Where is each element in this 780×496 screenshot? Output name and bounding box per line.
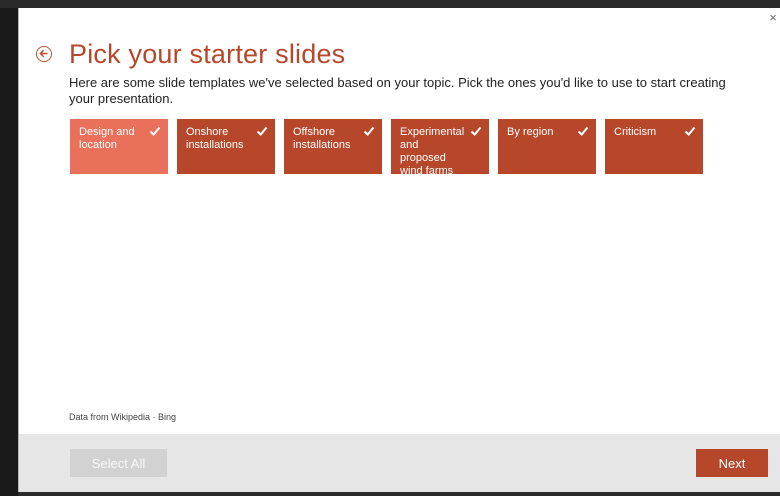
template-tile-criticism[interactable]: Criticism	[605, 119, 703, 174]
template-tile-label: Offshore installations	[293, 126, 351, 151]
template-tile-onshore-installations[interactable]: Onshore installations	[177, 119, 275, 174]
data-source-credit: Data from Wikipedia · Bing	[69, 412, 177, 422]
checkmark-icon	[684, 126, 696, 136]
window-top-edge	[0, 0, 780, 8]
starter-slides-dialog: × Pick your starter slides Here are some…	[18, 8, 780, 492]
checkmark-icon	[256, 126, 268, 136]
slide-template-list: Design and location Onshore installation…	[70, 119, 703, 177]
checkmark-icon	[470, 126, 482, 136]
checkmark-icon	[363, 126, 375, 136]
template-tile-label: Design and location	[79, 126, 135, 151]
window-bottom-edge	[18, 492, 780, 496]
template-tile-label: Onshore installations	[186, 126, 244, 151]
template-tile-label: Criticism	[614, 126, 657, 138]
back-arrow-icon[interactable]	[36, 46, 52, 62]
page-subtitle: Here are some slide templates we've sele…	[69, 75, 726, 106]
dialog-footer: Select All Next	[19, 434, 780, 492]
next-button[interactable]: Next	[696, 449, 768, 477]
checkmark-icon	[577, 126, 589, 136]
template-tile-experimental-wind-farms[interactable]: Experimental and proposed wind farms	[391, 119, 489, 177]
checkmark-icon	[149, 126, 161, 136]
template-tile-label: Experimental and proposed wind farms	[400, 126, 465, 177]
template-tile-by-region[interactable]: By region	[498, 119, 596, 174]
template-tile-offshore-installations[interactable]: Offshore installations	[284, 119, 382, 174]
close-icon[interactable]: ×	[766, 11, 780, 25]
back-arrow-glyph	[39, 49, 48, 58]
template-tile-design-and-location[interactable]: Design and location	[70, 119, 168, 174]
page-title: Pick your starter slides	[69, 39, 346, 69]
window-left-edge	[0, 8, 18, 496]
template-tile-label: By region	[507, 126, 554, 138]
select-all-button[interactable]: Select All	[70, 449, 167, 477]
